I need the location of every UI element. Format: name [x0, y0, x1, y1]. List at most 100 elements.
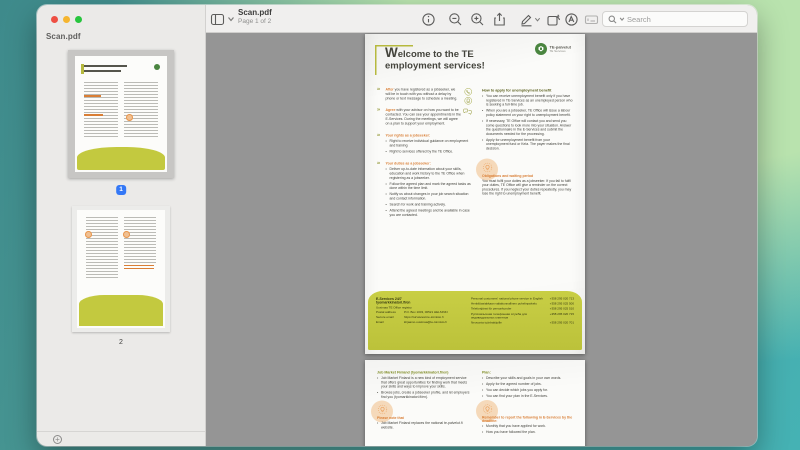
phone-label: Neuvonta työnhakijoille	[471, 321, 502, 325]
note-list: Monthly that you have applied for work. H…	[482, 424, 573, 434]
sidebar-filename: Scan.pdf	[46, 32, 81, 41]
form-fill-icon[interactable]	[584, 12, 599, 27]
thumb-logo-dot	[153, 64, 160, 71]
lightbulb-icon	[377, 405, 388, 416]
share-icon[interactable]	[492, 12, 507, 27]
section-list: Right to receive individual guidance on …	[386, 140, 474, 155]
sign-icon[interactable]	[564, 12, 579, 27]
note-heading: Remember to report the following in E-Se…	[482, 415, 573, 423]
thumbnail-sidebar: Scan.pdf 1 2 +	[37, 5, 206, 446]
te-palvelut-logo: TE-palvelut TE Services	[534, 43, 571, 55]
phone-icon	[464, 88, 472, 96]
list-item: You can find your plan in the E-Services…	[482, 395, 573, 399]
page-2-label: 2	[119, 339, 123, 346]
list-item: You can decide which jobs you apply for.	[482, 389, 573, 393]
double-arrow-icon: »	[377, 106, 381, 113]
list-item: Monthly that you have applied for work.	[482, 424, 573, 428]
page2-list: Job Market Finland is a new kind of empl…	[377, 377, 473, 400]
preview-window: Scan.pdf 1 2 + Scan.pdf Page 1 of 2 Sear…	[37, 5, 757, 446]
double-arrow-icon: »	[377, 159, 381, 166]
list-item: Search for work and training actively.	[386, 203, 474, 207]
jobseeker-section: » Your duties as a jobseeker: Deliver up-t…	[377, 159, 474, 218]
section-icons	[463, 108, 473, 116]
phone-label: Personal customers' national phone servi…	[471, 297, 543, 301]
window-title: Scan.pdf	[238, 8, 272, 17]
minimize-button[interactable]	[63, 16, 70, 23]
note-text: You must fulfil your duties as a jobseek…	[482, 179, 572, 196]
document-view[interactable]: Welcome to the TE employment services! T…	[206, 33, 757, 446]
close-button[interactable]	[51, 16, 58, 23]
section-lead: After	[385, 88, 395, 92]
chevron-down-icon	[619, 17, 625, 21]
phone-label: Русскоязычная телефонная служба для инди…	[471, 312, 527, 320]
info-icon[interactable]	[421, 12, 436, 27]
double-arrow-icon: »	[377, 86, 381, 92]
list-item: Deliver up-to-date information about you…	[386, 168, 474, 181]
phone-row: Personal customers' national phone servi…	[471, 298, 574, 302]
shield-icon	[534, 43, 547, 55]
zoom-button[interactable]	[75, 16, 82, 23]
thumbnail-zoom-icon[interactable]: +	[53, 435, 62, 444]
phone-row: Русскоязычная телефонная служба для инди…	[471, 313, 574, 320]
document-title: Welcome to the TE employment services!	[385, 45, 485, 71]
sidebar-toggle-icon[interactable]	[210, 12, 225, 27]
jobseeker-section: » Agree with your advisor on how you want…	[377, 106, 473, 127]
chevron-down-icon[interactable]	[534, 16, 541, 23]
note-list: Job Market Finland replaces the national…	[377, 422, 473, 431]
contact-row: Email kirjaamo.uusimaa@te-toimisto.fi	[376, 321, 464, 325]
phone-number: +358 295 020 701	[549, 321, 574, 325]
contact-row: Postal address P.O. Box 1003, 00521 HELSI…	[376, 311, 464, 315]
page-1-thumbnail-preview	[75, 56, 167, 172]
list-item: Right to receive individual guidance on …	[386, 140, 474, 149]
list-item: Job Market Finland replaces the national…	[377, 422, 473, 431]
page2-left-column: Job Market Finland (tyomarkkinatori.fi/e…	[371, 370, 473, 437]
list-item: When you are a jobseeker, TE Office will…	[482, 109, 573, 118]
section-lead: Agree	[385, 108, 397, 113]
phone-row: Henkilöasiakkaan valtakunnallinen puheli…	[471, 303, 574, 307]
office-name: Uusimaa TE Office registry	[376, 306, 412, 310]
list-item: Describe your skills and goals in your o…	[482, 377, 573, 381]
thumb-lightbulb	[122, 231, 130, 239]
list-item: Browse jobs, create a jobseeker profile,…	[377, 391, 473, 400]
page2-right-column: Plan: Describe your skills and goals in y…	[476, 370, 573, 437]
phone-row: Telefontjänst för personkunder +358 295 0…	[471, 308, 574, 312]
contact-value: kirjaamo.uusimaa@te-toimisto.fi	[404, 320, 447, 324]
rotate-icon[interactable]	[546, 12, 561, 27]
jobseeker-section: » After you have registered as a jobseeke…	[377, 86, 473, 105]
section-heading: Your rights as a jobseeker:	[385, 133, 431, 138]
zoom-out-icon[interactable]	[448, 12, 463, 27]
pdf-page-2: Job Market Finland (tyomarkkinatori.fi/e…	[365, 360, 585, 446]
section-text: Agree with your advisor on how you want …	[385, 108, 462, 126]
contact-label: Secure email	[376, 315, 394, 319]
page1-right-column: How to apply for unemployment benefit Yo…	[476, 88, 573, 225]
section-heading: Your duties as a jobseeker:	[385, 161, 431, 166]
phone-number: +358 295 025 500	[549, 302, 574, 306]
list-item: You can receive unemployment benefit onl…	[482, 95, 573, 108]
list-item: Follow the agreed plan and mark the agre…	[386, 182, 474, 191]
note-heading: Please note that	[377, 416, 404, 421]
window-title-group: Scan.pdf Page 1 of 2	[238, 9, 272, 26]
page2-heading: Plan:	[482, 370, 491, 375]
search-input[interactable]: Search	[602, 11, 748, 27]
page-1-badge: 1	[116, 185, 126, 195]
page-2-thumbnail[interactable]	[72, 206, 170, 332]
obligations-note: Obligations and waiting period You must …	[476, 158, 573, 196]
phone-label: Henkilöasiakkaan valtakunnallinen puheli…	[471, 302, 537, 306]
right-column-heading: How to apply for unemployment benefit	[482, 88, 552, 93]
contact-label: Postal address	[376, 311, 396, 314]
markup-pen-icon[interactable]	[519, 12, 534, 27]
right-column-list: You can receive unemployment benefit onl…	[482, 95, 573, 152]
lightbulb-icon	[482, 404, 493, 415]
list-item: Apply for the agreed number of jobs.	[482, 383, 573, 387]
contact-value: P.O. Box 1003, 00521 HELSINKI	[404, 311, 448, 314]
zoom-in-icon[interactable]	[470, 12, 485, 27]
sidebar-footer: +	[37, 431, 205, 446]
phone-label: Telefontjänst för personkunder	[471, 307, 512, 311]
list-item: Notify us about changes in your job sear…	[386, 193, 474, 202]
contact-label: Email	[376, 320, 384, 324]
jobseeker-section: » Your rights as a jobseeker: Right to rec…	[377, 132, 474, 155]
list-item: Apply for unemployment benefit from your…	[482, 138, 573, 151]
chevron-down-icon[interactable]	[227, 15, 235, 23]
page-1-thumbnail[interactable]	[68, 50, 174, 178]
pdf-page-1: Welcome to the TE employment services! T…	[365, 34, 585, 354]
